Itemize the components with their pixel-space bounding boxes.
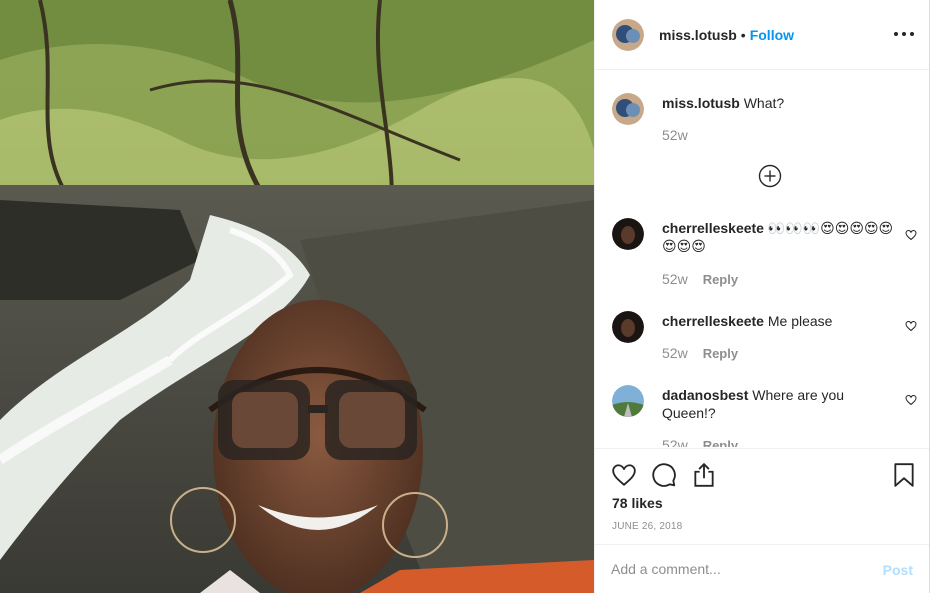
comment-text: cherrelleskeete 👀👀👀😍😍😍😍😍😍😍😍 xyxy=(662,219,894,255)
avatar[interactable] xyxy=(612,311,644,343)
share-icon[interactable] xyxy=(691,462,717,488)
avatar[interactable] xyxy=(612,218,644,250)
avatar[interactable] xyxy=(612,385,644,417)
comment-text: cherrelleskeete Me please xyxy=(662,312,894,330)
post-photo[interactable] xyxy=(0,0,594,593)
post-detail-panel: miss.lotusb • Follow miss.lotusb What? 5… xyxy=(594,0,930,593)
comment-input[interactable] xyxy=(611,559,861,579)
comment-text: dadanosbest Where are you Queen!? xyxy=(662,386,894,422)
timestamp[interactable]: 52w xyxy=(662,437,688,447)
heart-icon[interactable] xyxy=(611,462,637,488)
comment-meta: 52w Reply xyxy=(662,271,738,287)
heart-icon[interactable] xyxy=(905,394,917,406)
post-date[interactable]: JUNE 26, 2018 xyxy=(612,521,682,532)
heart-icon[interactable] xyxy=(905,229,917,241)
plus-circle-icon[interactable] xyxy=(758,164,782,188)
follow-button[interactable]: Follow xyxy=(750,27,794,43)
post-actions: 78 likes JUNE 26, 2018 xyxy=(595,448,930,544)
reply-button[interactable]: Reply xyxy=(703,438,738,448)
separator-dot: • xyxy=(740,26,746,43)
reply-button[interactable]: Reply xyxy=(703,272,738,287)
comment-icon[interactable] xyxy=(651,462,677,488)
timestamp[interactable]: 52w xyxy=(662,127,688,143)
timestamp[interactable]: 52w xyxy=(662,271,688,287)
likes-count[interactable]: 78 likes xyxy=(612,495,663,511)
comment-username[interactable]: dadanosbest xyxy=(662,387,748,403)
timestamp[interactable]: 52w xyxy=(662,345,688,361)
bookmark-icon[interactable] xyxy=(891,462,917,488)
avatar[interactable] xyxy=(612,93,644,125)
caption-body: What? xyxy=(743,95,785,111)
comment-meta: 52w xyxy=(662,127,688,143)
comment-username[interactable]: cherrelleskeete xyxy=(662,313,764,329)
more-options-icon[interactable] xyxy=(894,26,914,42)
post-button[interactable]: Post xyxy=(883,562,913,578)
caption-text: miss.lotusb What? xyxy=(662,94,894,112)
avatar[interactable] xyxy=(612,18,644,51)
comments-list[interactable]: miss.lotusb What? 52w cherrelleskeete 👀👀… xyxy=(595,71,930,447)
comment-meta: 52w Reply xyxy=(662,345,738,361)
caption-username[interactable]: miss.lotusb xyxy=(662,95,740,111)
post-header: miss.lotusb • Follow xyxy=(595,0,930,70)
heart-icon[interactable] xyxy=(905,320,917,332)
reply-button[interactable]: Reply xyxy=(703,346,738,361)
add-comment-bar: Post xyxy=(595,544,930,593)
post-username[interactable]: miss.lotusb xyxy=(659,27,737,43)
comment-body: Me please xyxy=(767,313,833,329)
comment-username[interactable]: cherrelleskeete xyxy=(662,220,764,236)
comment-meta: 52w Reply xyxy=(662,437,738,447)
